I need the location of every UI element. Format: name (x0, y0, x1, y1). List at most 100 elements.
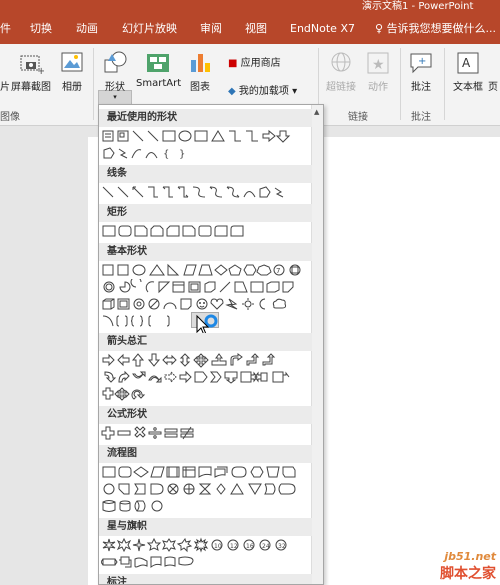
group-separator (93, 48, 94, 120)
textbox-label: 文本框 (453, 82, 483, 93)
comment-label: 批注 (411, 82, 431, 93)
shapes-row[interactable] (101, 184, 313, 200)
smartart-icon (147, 54, 169, 72)
tab-transitions[interactable]: 切换 (30, 14, 52, 44)
tell-me-search[interactable]: ♀ 告诉我您想要做什么... (375, 14, 496, 44)
shapes-row[interactable] (101, 223, 313, 239)
lines-row[interactable] (101, 184, 313, 200)
stars-row-1[interactable]: 10 12 16 24 32 (101, 537, 313, 553)
watermark: jb51.net 脚本之家 (440, 550, 496, 583)
stars-row-2[interactable] (101, 554, 313, 570)
svg-text:12: 12 (230, 543, 238, 550)
group-comments-label: 批注 (411, 112, 431, 123)
flowchart-row-1[interactable] (101, 464, 313, 480)
shapes-row[interactable] (101, 481, 313, 497)
ribbon-tabs: 件 切换 动画 幻灯片放映 审阅 视图 EndNote X7 ♀ 告诉我您想要做… (0, 14, 500, 44)
flowchart-row-3[interactable] (101, 498, 313, 514)
photo-album-icon (61, 52, 83, 72)
chevron-down-icon: ▾ (113, 93, 117, 101)
action-label: 动作 (368, 82, 388, 93)
basic-shapes-row-2[interactable] (101, 279, 313, 295)
shapes-row[interactable]: 10 12 16 24 32 (101, 537, 313, 553)
album-button[interactable]: 相册 (58, 50, 86, 93)
tab-animations[interactable]: 动画 (76, 14, 98, 44)
arrows-row-1[interactable] (101, 352, 313, 368)
svg-text:10: 10 (214, 543, 222, 550)
rectangles-row[interactable] (101, 223, 313, 239)
my-addins-button[interactable]: ◆ 我的加载项 ▾ (228, 82, 297, 97)
section-arrows: 箭头总汇 (99, 333, 312, 351)
arrows-row-3[interactable] (101, 386, 313, 402)
my-addins-label: 我的加载项 (238, 86, 289, 97)
watermark-site: jb51.net (444, 550, 496, 563)
svg-text:+: + (37, 66, 44, 76)
screenshot-button[interactable]: + 屏幕截图 (8, 50, 54, 93)
textbox-button[interactable]: A 文本框 (450, 50, 486, 93)
shapes-row[interactable] (101, 464, 313, 480)
recent-shapes-row-2[interactable]: {} (101, 145, 313, 161)
bar-chart-icon (191, 54, 210, 72)
hyperlink-icon (331, 52, 351, 72)
svg-text:{: { (163, 149, 169, 160)
equation-shapes-row[interactable] (101, 425, 313, 441)
store-button[interactable]: ■ 应用商店 (228, 54, 281, 69)
hyperlink-label: 超链接 (326, 82, 356, 93)
section-callouts: 标注 (99, 574, 312, 584)
smartart-button[interactable]: SmartArt (136, 50, 182, 89)
shapes-row[interactable] (101, 498, 313, 514)
tab-file[interactable]: 件 (0, 14, 11, 44)
shapes-row[interactable] (101, 352, 313, 368)
shapes-row[interactable] (101, 386, 313, 402)
svg-text:7: 7 (276, 267, 280, 275)
watermark-brand: 脚本之家 (440, 566, 496, 582)
smartart-label: SmartArt (136, 78, 182, 89)
tab-slideshow[interactable]: 幻灯片放映 (122, 14, 177, 44)
shapes-row[interactable] (101, 279, 313, 295)
scroll-up-icon[interactable]: ▲ (314, 108, 319, 116)
section-basic-shapes: 基本形状 (99, 243, 312, 261)
svg-text:24: 24 (262, 543, 270, 550)
section-flowchart: 流程图 (99, 445, 312, 463)
album-label: 相册 (62, 82, 82, 93)
chart-label: 图表 (190, 82, 210, 93)
shapes-row[interactable]: {} (101, 145, 313, 161)
shapes-icon (104, 51, 127, 73)
lightbulb-icon: ♀ (375, 22, 384, 35)
tab-view[interactable]: 视图 (245, 14, 267, 44)
group-separator (400, 48, 401, 120)
window-title: 演示文稿1 - PowerPoint (362, 1, 474, 12)
shapes-row[interactable] (101, 369, 313, 385)
section-recent-shapes: 最近使用的形状 (99, 109, 312, 127)
recent-shapes-row-1[interactable] (101, 128, 313, 144)
shapes-label: 形状 (105, 82, 125, 93)
screenshot-label: 屏幕截图 (11, 82, 51, 93)
store-label: 应用商店 (240, 58, 281, 69)
group-images-label: 图像 (0, 112, 20, 123)
store-icon: ■ (228, 58, 238, 69)
arrows-row-2[interactable] (101, 369, 313, 385)
basic-shapes-row-1[interactable]: 7 (101, 262, 313, 278)
textbox-icon: A (457, 52, 479, 74)
comment-button[interactable]: + 批注 (406, 50, 436, 93)
tab-endnote[interactable]: EndNote X7 (290, 14, 355, 44)
shapes-button[interactable]: 形状 ▾ (99, 50, 131, 101)
section-equation-shapes: 公式形状 (99, 406, 312, 424)
action-button[interactable]: ★ 动作 (364, 50, 392, 93)
hyperlink-button[interactable]: 超链接 (324, 50, 358, 93)
chevron-down-icon: ▾ (292, 86, 298, 97)
shapes-row[interactable]: 7 (101, 262, 313, 278)
chart-button[interactable]: 图表 (186, 50, 214, 93)
screenshot-icon: + (20, 55, 44, 76)
comment-icon: + (410, 53, 432, 74)
shapes-row[interactable] (101, 554, 313, 570)
shapes-row[interactable] (101, 425, 313, 441)
svg-text:}: } (179, 149, 185, 160)
tab-review[interactable]: 审阅 (200, 14, 222, 44)
title-bar: 演示文稿1 - PowerPoint (0, 0, 500, 14)
shapes-dropdown: ▲ 最近使用的形状 {} 线条 矩形 基本形状 7 箭头总汇 公式形状 流程图 … (98, 104, 324, 585)
shapes-row[interactable] (101, 128, 313, 144)
flowchart-row-2[interactable] (101, 481, 313, 497)
svg-text:★: ★ (372, 57, 385, 73)
svg-text:+: + (418, 56, 426, 67)
header-footer-cut-label[interactable]: 页 (488, 78, 498, 93)
